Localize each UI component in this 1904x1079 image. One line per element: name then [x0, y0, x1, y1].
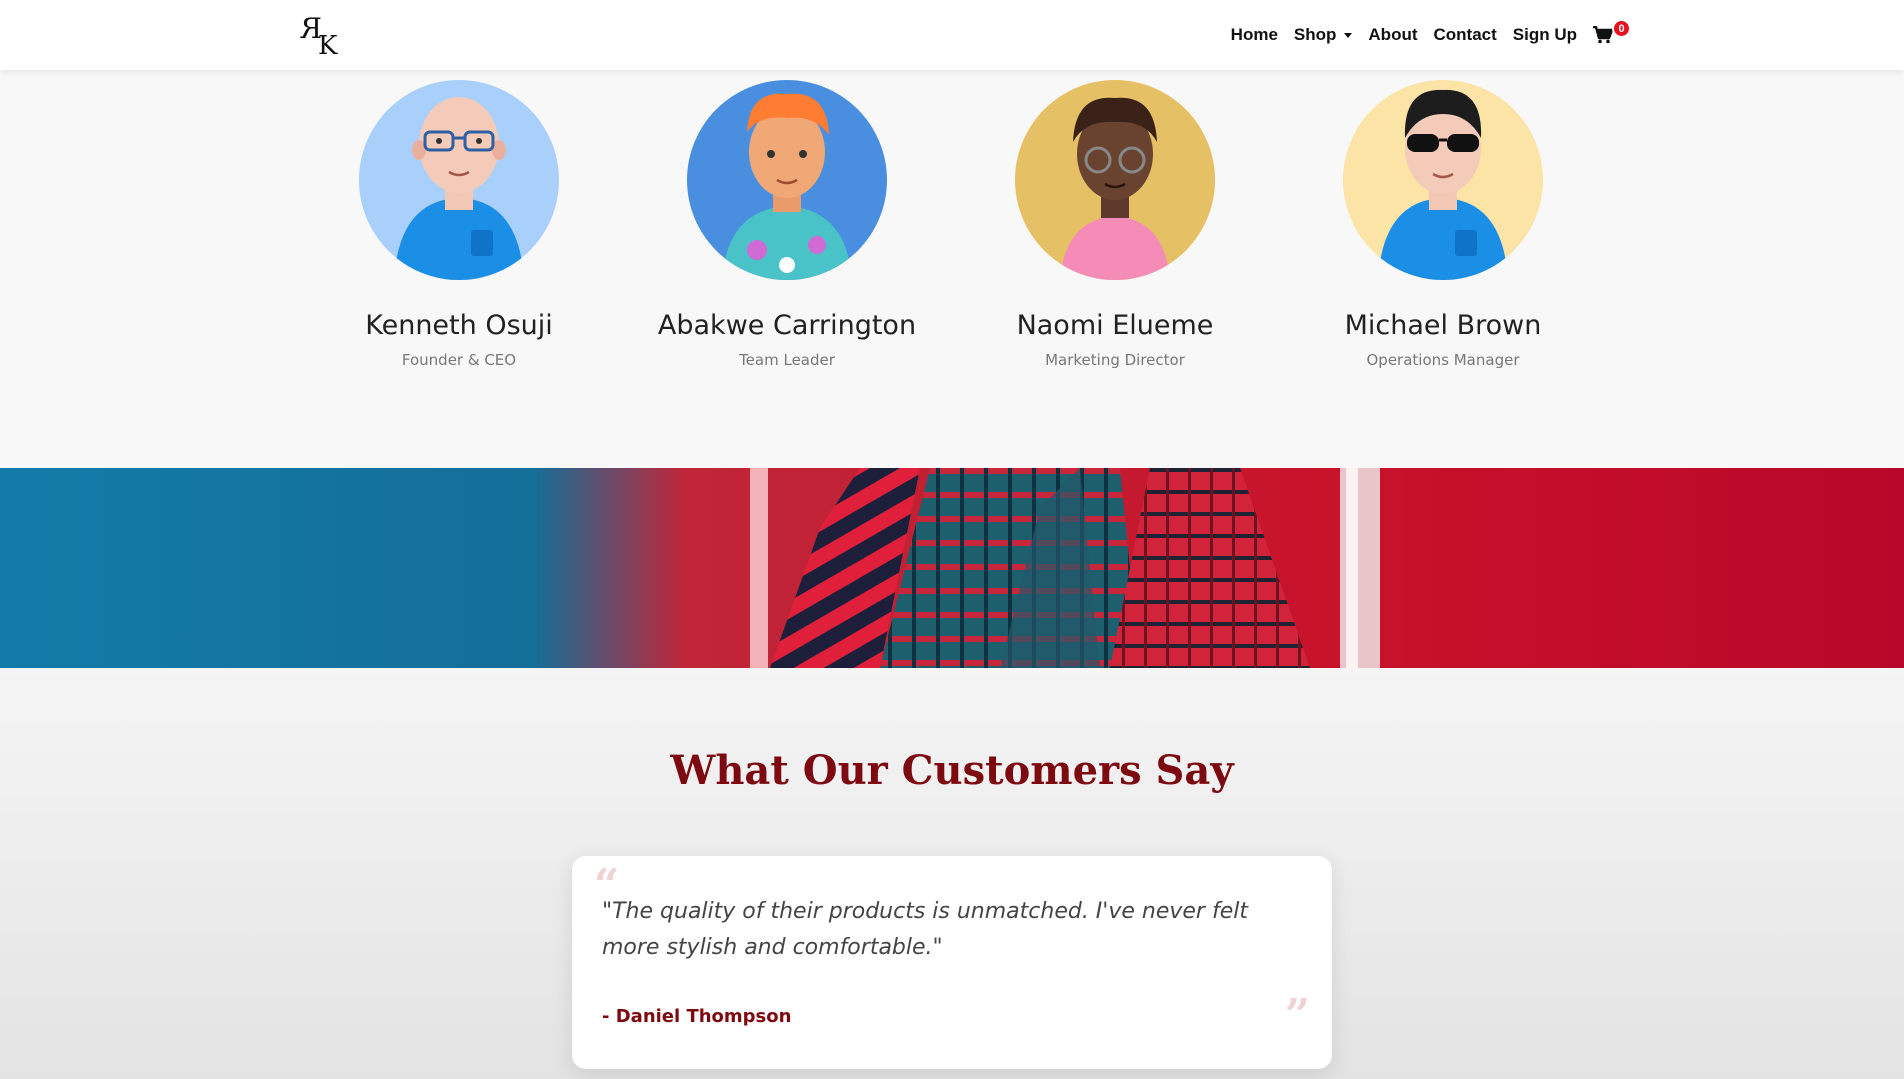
quote-close-icon: ”	[1284, 990, 1310, 1041]
section-title: What Our Customers Say	[670, 747, 1234, 794]
banner-image	[0, 468, 1904, 668]
member-role: Marketing Director	[1045, 351, 1185, 369]
cart-count-badge: 0	[1612, 19, 1631, 38]
member-name: Abakwe Carrington	[657, 310, 917, 341]
logo-icon: R K	[300, 12, 338, 61]
cart-button[interactable]: 0	[1593, 19, 1631, 44]
avatar	[1343, 80, 1543, 280]
avatar	[1015, 80, 1215, 280]
nav-links: Home Shop About Contact Sign Up 0	[1231, 0, 1631, 70]
team-member: Naomi Elueme Marketing Director	[965, 80, 1265, 369]
avatar-illustration	[1378, 89, 1508, 280]
member-name: Michael Brown	[1344, 310, 1542, 341]
testimonial-card: “ "The quality of their products is unma…	[572, 856, 1332, 1069]
testimonial-quote: "The quality of their products is unmatc…	[602, 899, 1248, 960]
avatar	[359, 80, 559, 280]
avatar-illustration	[394, 97, 524, 280]
member-role: Team Leader	[739, 351, 835, 369]
logo[interactable]: R K	[300, 12, 348, 61]
nav-signup[interactable]: Sign Up	[1513, 25, 1577, 45]
testimonials-section: What Our Customers Say “ "The quality of…	[0, 668, 1904, 1079]
fashion-banner-illustration	[0, 468, 1904, 668]
member-name: Naomi Elueme	[1016, 310, 1214, 341]
avatar-illustration	[1060, 97, 1170, 280]
avatar-illustration	[722, 93, 852, 280]
nav-about[interactable]: About	[1368, 25, 1417, 45]
testimonial-author: - Daniel Thompson	[602, 1006, 792, 1027]
team-member: Abakwe Carrington Team Leader	[637, 80, 937, 369]
navbar: R K Home Shop About Contact Sign Up 0	[0, 0, 1904, 70]
cart-icon	[1593, 26, 1613, 44]
member-role: Operations Manager	[1366, 351, 1520, 369]
member-name: Kenneth Osuji	[365, 310, 553, 341]
member-role: Founder & CEO	[401, 351, 517, 369]
chevron-down-icon	[1344, 32, 1353, 38]
nav-shop-dropdown[interactable]: Shop	[1294, 25, 1353, 45]
nav-shop-label: Shop	[1293, 25, 1337, 44]
nav-home[interactable]: Home	[1231, 25, 1278, 45]
team-section: Kenneth Osuji Founder & CEO Abakwe Carri…	[0, 70, 1904, 468]
team-member: Kenneth Osuji Founder & CEO	[309, 80, 609, 369]
svg-text:K: K	[318, 31, 338, 58]
avatar	[687, 80, 887, 280]
nav-contact[interactable]: Contact	[1434, 25, 1497, 45]
team-member: Michael Brown Operations Manager	[1293, 80, 1593, 369]
